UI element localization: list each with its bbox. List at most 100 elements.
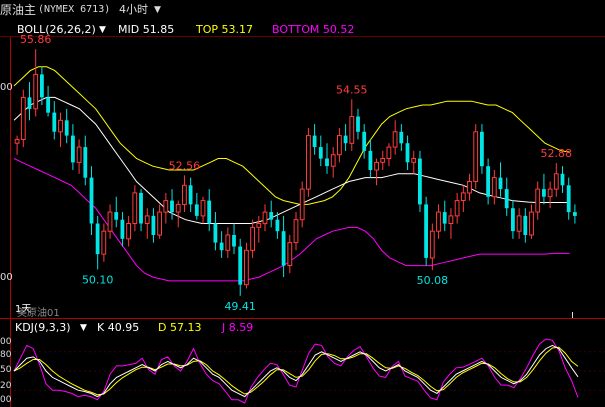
period-selector[interactable]: 4小时 bbox=[119, 0, 148, 20]
candle-body bbox=[293, 219, 299, 244]
candle bbox=[194, 192, 199, 220]
candle-body bbox=[200, 200, 206, 217]
candle bbox=[392, 120, 398, 155]
high-price-label: 54.55 bbox=[336, 83, 368, 96]
candle bbox=[71, 124, 75, 170]
candle bbox=[491, 170, 497, 205]
candle-body bbox=[529, 211, 534, 236]
kdj-axis-label: 00 bbox=[0, 395, 12, 405]
low-price-label: 50.10 bbox=[82, 273, 114, 286]
candle bbox=[107, 204, 113, 239]
candle-body bbox=[132, 192, 138, 224]
candle bbox=[306, 127, 311, 197]
candle-body bbox=[27, 97, 32, 109]
candle-body bbox=[95, 223, 100, 255]
candle-body bbox=[386, 146, 392, 160]
instrument-name: 原油主 bbox=[0, 3, 37, 17]
candle-body bbox=[380, 158, 386, 163]
boll-name[interactable]: BOLL(26,26,2) bbox=[17, 22, 96, 38]
candle bbox=[486, 158, 490, 205]
candle bbox=[151, 208, 156, 243]
kdj-name[interactable]: KDJ(9,3,3) bbox=[15, 320, 71, 336]
candle bbox=[318, 135, 323, 167]
candle-body bbox=[14, 138, 20, 144]
candle bbox=[14, 135, 20, 155]
candle bbox=[33, 49, 39, 117]
candle-body bbox=[356, 116, 360, 132]
candle bbox=[330, 147, 336, 178]
boll-mid-value: MID 51.85 bbox=[118, 23, 175, 36]
candle-body bbox=[256, 223, 262, 228]
candle-body bbox=[504, 189, 509, 209]
candle bbox=[101, 223, 107, 262]
candle bbox=[480, 124, 484, 174]
candle-body bbox=[232, 235, 236, 247]
candle bbox=[553, 163, 559, 197]
candle-body bbox=[368, 150, 373, 170]
candle-body bbox=[170, 200, 174, 213]
candle bbox=[349, 99, 355, 151]
candle bbox=[299, 181, 305, 228]
candle bbox=[454, 192, 460, 224]
candle-body bbox=[238, 246, 243, 285]
candle-body bbox=[58, 119, 63, 133]
candle bbox=[535, 181, 541, 220]
chevron-down-icon[interactable]: ▼ bbox=[99, 22, 106, 38]
main-chart[interactable]: 55.8654.5552.5652.8850.1049.4150.08 bbox=[0, 0, 605, 407]
candle bbox=[547, 181, 553, 209]
candle-body bbox=[362, 131, 367, 151]
candle-body bbox=[262, 211, 268, 225]
candle-body bbox=[64, 120, 69, 136]
candle bbox=[170, 189, 174, 220]
candle bbox=[200, 196, 206, 224]
candle bbox=[560, 166, 565, 193]
candle-body bbox=[392, 131, 398, 148]
candle-body bbox=[71, 135, 75, 163]
candle-body bbox=[535, 188, 541, 213]
candle-body bbox=[480, 131, 484, 167]
candle bbox=[529, 204, 534, 239]
candle bbox=[573, 204, 577, 224]
candle-body bbox=[151, 215, 156, 235]
candle-body bbox=[120, 219, 125, 239]
kdj-d-value: D 57.13 bbox=[158, 321, 202, 334]
chevron-down-icon[interactable]: ▼ bbox=[154, 0, 161, 20]
candle-body bbox=[287, 242, 293, 267]
candle-body bbox=[213, 223, 218, 243]
candle bbox=[175, 200, 181, 228]
candle bbox=[188, 177, 193, 213]
candle-body bbox=[318, 147, 323, 159]
candle bbox=[114, 196, 119, 228]
candle bbox=[120, 212, 125, 247]
kdj-axis-label: 20 bbox=[0, 381, 12, 391]
boll-mid-line bbox=[13, 96, 570, 224]
candle-body bbox=[312, 135, 317, 148]
candle bbox=[473, 124, 479, 190]
candle-body bbox=[337, 135, 342, 156]
candle bbox=[343, 124, 348, 151]
candle bbox=[312, 124, 317, 155]
candle bbox=[418, 150, 422, 213]
candle-body bbox=[566, 185, 571, 213]
candle-body bbox=[139, 192, 143, 224]
candle-body bbox=[107, 211, 113, 232]
candle-body bbox=[330, 154, 336, 167]
chevron-down-icon[interactable]: ▼ bbox=[80, 320, 87, 336]
candle bbox=[356, 108, 360, 140]
candle-body bbox=[299, 188, 305, 221]
candle-body bbox=[114, 212, 119, 220]
candle bbox=[262, 204, 268, 232]
candle bbox=[399, 124, 404, 151]
candle bbox=[132, 185, 138, 232]
candle-body bbox=[399, 131, 404, 144]
candle bbox=[337, 127, 342, 163]
candle bbox=[448, 208, 454, 239]
candle-body bbox=[89, 177, 94, 224]
kdj-k-value: K 40.95 bbox=[97, 321, 140, 334]
candle-body bbox=[250, 226, 255, 251]
candle bbox=[460, 185, 466, 213]
candle bbox=[516, 208, 522, 239]
boll-top-line bbox=[13, 66, 570, 205]
candle-body bbox=[516, 215, 522, 232]
candle bbox=[89, 166, 94, 235]
